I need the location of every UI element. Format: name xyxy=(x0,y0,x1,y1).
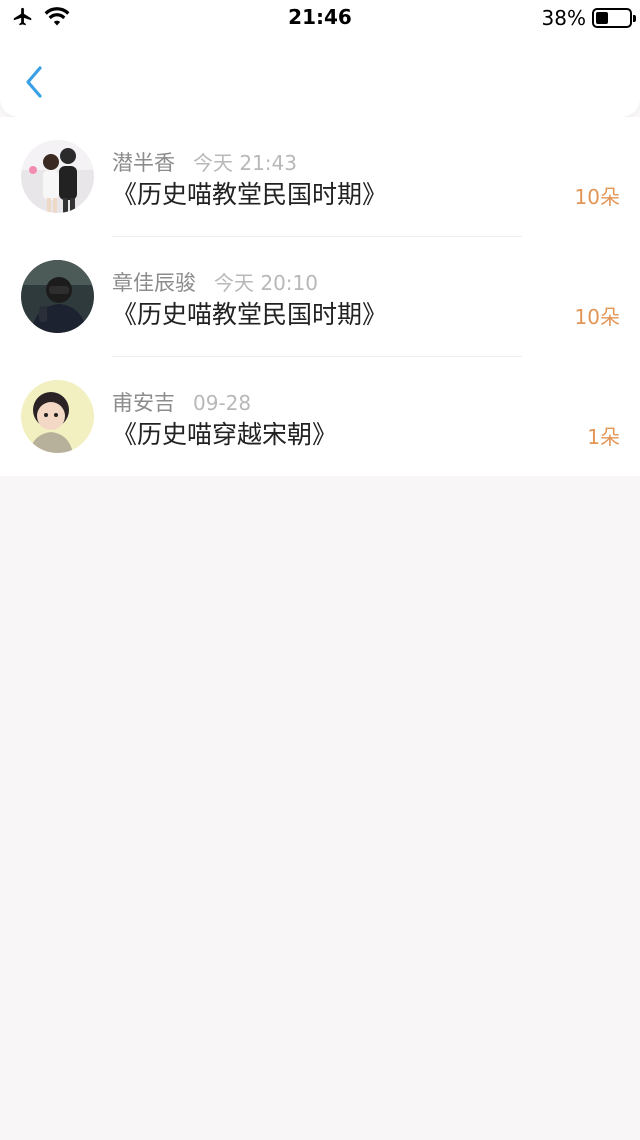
header-panel: 21:46 38% xyxy=(0,0,640,117)
list-item[interactable]: 甫安吉 09-28 《历史喵穿越宋朝》 1朵 xyxy=(0,357,640,477)
list-item[interactable]: 潜半香 今天 21:43 《历史喵教堂民国时期》 10朵 xyxy=(0,117,640,237)
flower-count: 10朵 xyxy=(574,185,620,209)
battery-percent: 38% xyxy=(541,6,586,30)
sender-name: 潜半香 xyxy=(112,151,175,175)
send-time: 今天 21:43 xyxy=(193,151,297,175)
back-button[interactable] xyxy=(20,62,50,102)
avatar[interactable] xyxy=(21,380,94,453)
flower-count: 1朵 xyxy=(587,425,620,449)
battery-tip xyxy=(633,15,636,22)
status-bar: 21:46 38% xyxy=(0,0,640,36)
sender-name: 甫安吉 xyxy=(112,391,175,415)
send-time: 今天 20:10 xyxy=(214,271,318,295)
course-title: 《历史喵教堂民国时期》 xyxy=(112,180,388,209)
status-right: 38% xyxy=(541,6,636,30)
avatar-couple-image xyxy=(21,140,94,213)
item-meta: 潜半香 今天 21:43 xyxy=(112,147,297,177)
course-title: 《历史喵穿越宋朝》 xyxy=(112,420,338,449)
course-title: 《历史喵教堂民国时期》 xyxy=(112,300,388,329)
item-meta: 章佳辰骏 今天 20:10 xyxy=(112,267,318,297)
chevron-left-icon xyxy=(26,66,42,98)
send-time: 09-28 xyxy=(193,391,252,415)
avatar[interactable] xyxy=(21,260,94,333)
avatar-child-image xyxy=(21,380,94,453)
item-meta: 甫安吉 09-28 xyxy=(112,387,251,417)
avatar-person-image xyxy=(21,260,94,333)
avatar[interactable] xyxy=(21,140,94,213)
flower-count: 10朵 xyxy=(574,305,620,329)
list-item[interactable]: 章佳辰骏 今天 20:10 《历史喵教堂民国时期》 10朵 xyxy=(0,237,640,357)
battery-fill xyxy=(596,12,608,24)
battery-icon xyxy=(592,8,636,28)
gift-record-list: 潜半香 今天 21:43 《历史喵教堂民国时期》 10朵 章佳辰骏 今天 20:… xyxy=(0,117,640,476)
sender-name: 章佳辰骏 xyxy=(112,271,196,295)
